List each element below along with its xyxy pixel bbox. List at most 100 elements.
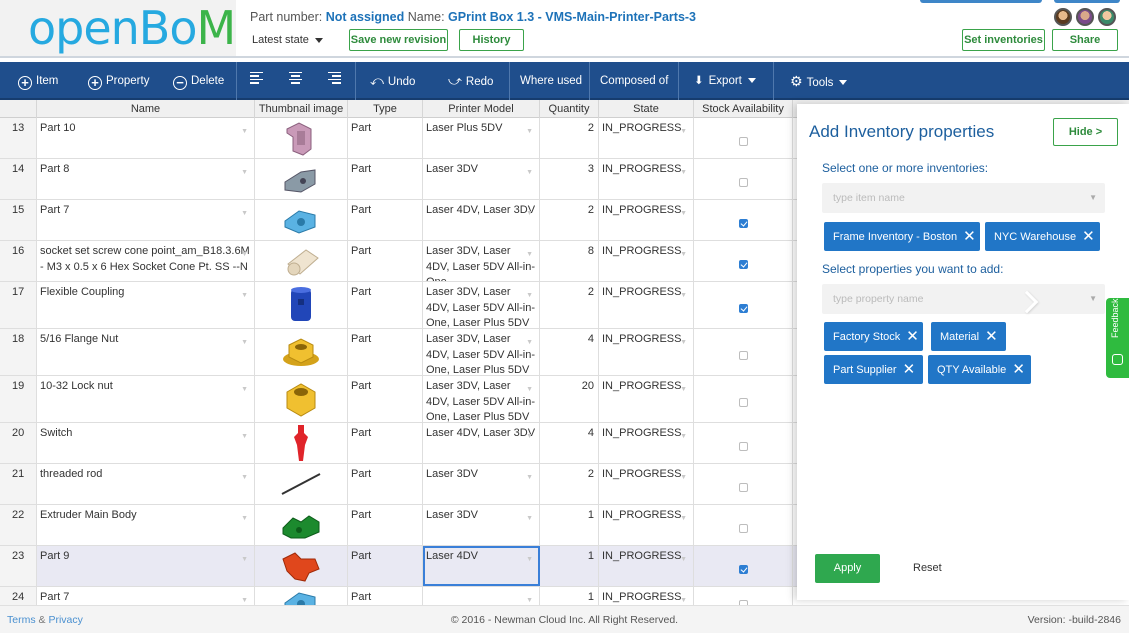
type-cell[interactable]: Part (348, 200, 423, 240)
align-center-button[interactable] (289, 62, 302, 100)
chevron-down-icon[interactable]: ▼ (241, 593, 248, 605)
column-header[interactable]: Stock Availability (694, 100, 793, 118)
stock-availability-cell[interactable] (694, 546, 793, 586)
model-cell[interactable]: Laser 3DV, Laser 4DV, Laser 5DV All-in-O… (423, 376, 540, 422)
state-cell[interactable]: IN_PROGRESS ▼ (599, 587, 694, 605)
chevron-down-icon[interactable]: ▼ (680, 511, 687, 527)
qty-cell[interactable]: 2 (540, 282, 599, 328)
thumbnail-cell[interactable] (255, 376, 348, 422)
name-cell[interactable]: Part 7 ▼ (37, 200, 255, 240)
close-icon[interactable]: ✕ (1082, 222, 1095, 251)
qty-cell[interactable]: 2 (540, 118, 599, 158)
stock-availability-cell[interactable] (694, 329, 793, 375)
terms-link[interactable]: Terms (7, 614, 36, 626)
row-number[interactable]: 24 (0, 587, 37, 605)
model-cell[interactable]: Laser 3DV, Laser 4DV, Laser 5DV All-in-O… (423, 282, 540, 328)
model-cell[interactable]: Laser 3DV ▼ (423, 159, 540, 199)
chevron-down-icon[interactable]: ▼ (680, 470, 687, 486)
close-icon[interactable]: ✕ (906, 322, 919, 351)
thumbnail-cell[interactable] (255, 200, 348, 240)
type-cell[interactable]: Part (348, 423, 423, 463)
close-icon[interactable]: ✕ (903, 355, 916, 384)
chevron-down-icon[interactable]: ▼ (680, 335, 687, 351)
avatar[interactable] (1098, 8, 1116, 26)
model-cell[interactable]: Laser 4DV, Laser 3DV ▼ (423, 200, 540, 240)
chevron-down-icon[interactable]: ▼ (526, 288, 533, 304)
chevron-down-icon[interactable]: ▼ (241, 288, 248, 304)
row-number[interactable]: 20 (0, 423, 37, 463)
thumbnail-cell[interactable] (255, 464, 348, 504)
model-cell[interactable]: Laser 4DV, Laser 3DV ▼ (423, 423, 540, 463)
property-chip[interactable]: Material ✕ (931, 322, 1006, 351)
row-number[interactable]: 14 (0, 159, 37, 199)
qty-cell[interactable]: 2 (540, 200, 599, 240)
chevron-down-icon[interactable]: ▼ (241, 429, 248, 445)
thumbnail-cell[interactable] (255, 587, 348, 605)
chevron-down-icon[interactable]: ▼ (526, 552, 533, 568)
stock-checkbox[interactable] (739, 442, 748, 451)
chevron-down-icon[interactable]: ▼ (526, 593, 533, 605)
stock-availability-cell[interactable] (694, 282, 793, 328)
type-cell[interactable]: Part (348, 376, 423, 422)
name-cell[interactable]: Part 8 ▼ (37, 159, 255, 199)
column-header[interactable]: Quantity (540, 100, 599, 118)
save-revision-button[interactable]: Save new revision (349, 29, 448, 51)
type-cell[interactable]: Part (348, 505, 423, 545)
state-cell[interactable]: IN_PROGRESS ▼ (599, 464, 694, 504)
qty-cell[interactable]: 3 (540, 159, 599, 199)
column-header[interactable]: Type (348, 100, 423, 118)
inventory-search-input[interactable]: type item name ▼ (822, 183, 1105, 213)
type-cell[interactable]: Part (348, 587, 423, 605)
chevron-down-icon[interactable]: ▼ (241, 165, 248, 181)
stock-availability-cell[interactable] (694, 159, 793, 199)
model-cell[interactable]: Laser Plus 5DV ▼ (423, 118, 540, 158)
stock-availability-cell[interactable] (694, 376, 793, 422)
model-cell[interactable]: Laser 4DV ▼ (423, 546, 540, 586)
avatar[interactable] (1076, 8, 1094, 26)
state-cell[interactable]: IN_PROGRESS ▼ (599, 241, 694, 281)
row-number[interactable]: 15 (0, 200, 37, 240)
chevron-down-icon[interactable]: ▼ (241, 470, 248, 486)
history-button[interactable]: History (459, 29, 524, 51)
model-cell[interactable]: Laser 3DV, Laser 4DV, Laser 5DV All-in-O… (423, 241, 540, 281)
chevron-down-icon[interactable]: ▼ (241, 382, 248, 398)
chevron-down-icon[interactable]: ▼ (526, 429, 533, 445)
name-cell[interactable]: socket set screw cone point_am_B18.3.6M … (37, 241, 255, 281)
stock-checkbox[interactable] (739, 219, 748, 228)
column-header[interactable]: Printer Model (423, 100, 540, 118)
state-cell[interactable]: IN_PROGRESS ▼ (599, 200, 694, 240)
model-cell[interactable]: ▼ (423, 587, 540, 605)
name-cell[interactable]: Flexible Coupling ▼ (37, 282, 255, 328)
qty-cell[interactable]: 8 (540, 241, 599, 281)
name-cell[interactable]: Switch ▼ (37, 423, 255, 463)
chevron-down-icon[interactable]: ▼ (526, 124, 533, 140)
qty-cell[interactable]: 1 (540, 546, 599, 586)
qty-cell[interactable]: 2 (540, 464, 599, 504)
name-cell[interactable]: 10-32 Lock nut ▼ (37, 376, 255, 422)
state-cell[interactable]: IN_PROGRESS ▼ (599, 376, 694, 422)
name-cell[interactable]: Part 10 ▼ (37, 118, 255, 158)
row-number[interactable]: 13 (0, 118, 37, 158)
close-icon[interactable]: ✕ (985, 322, 998, 351)
add-property-button[interactable]: + Property (88, 62, 149, 100)
model-cell[interactable]: Laser 3DV ▼ (423, 505, 540, 545)
chevron-down-icon[interactable]: ▼ (241, 247, 248, 263)
chevron-down-icon[interactable]: ▼ (680, 382, 687, 398)
type-cell[interactable]: Part (348, 282, 423, 328)
stock-availability-cell[interactable] (694, 505, 793, 545)
state-cell[interactable]: IN_PROGRESS ▼ (599, 423, 694, 463)
close-icon[interactable]: ✕ (1012, 355, 1025, 384)
name-cell[interactable]: Part 9 ▼ (37, 546, 255, 586)
stock-availability-cell[interactable] (694, 587, 793, 605)
inventory-chip[interactable]: Frame Inventory - Boston ✕ (824, 222, 980, 251)
stock-availability-cell[interactable] (694, 241, 793, 281)
row-number[interactable]: 22 (0, 505, 37, 545)
chevron-down-icon[interactable]: ▼ (241, 335, 248, 351)
reset-button[interactable]: Reset (913, 562, 942, 574)
row-number[interactable]: 21 (0, 464, 37, 504)
state-cell[interactable]: IN_PROGRESS ▼ (599, 505, 694, 545)
undo-button[interactable]: ⤺ Undo (370, 62, 415, 100)
state-cell[interactable]: IN_PROGRESS ▼ (599, 282, 694, 328)
row-number[interactable]: 16 (0, 241, 37, 281)
chevron-down-icon[interactable]: ▼ (526, 206, 533, 222)
